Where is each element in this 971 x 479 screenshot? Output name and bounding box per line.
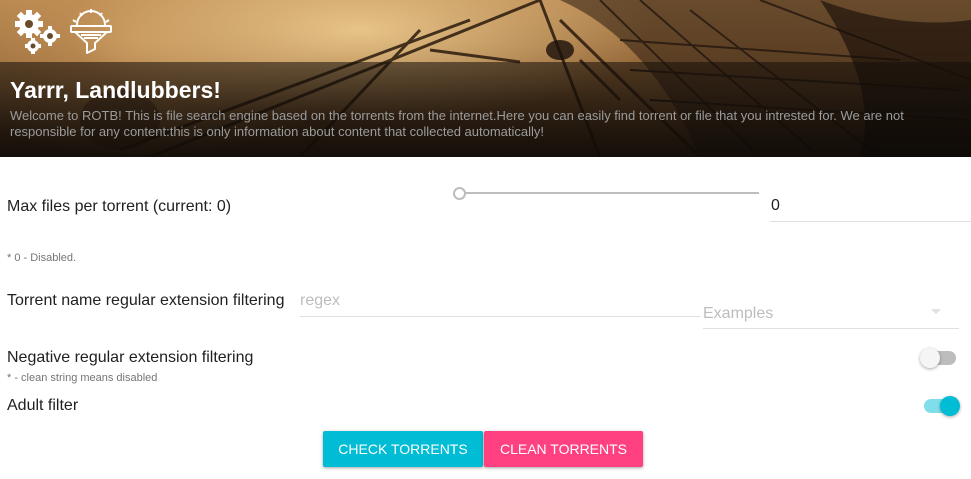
toggle-knob[interactable]	[920, 348, 940, 368]
max-files-value[interactable]: 0	[771, 197, 780, 215]
header-banner: Yarrr, Landlubbers! Welcome to ROTB! Thi…	[0, 0, 971, 157]
check-torrents-button[interactable]: CHECK TORRENTS	[323, 431, 483, 467]
settings-gears-icon[interactable]	[12, 8, 62, 54]
toggle-knob[interactable]	[940, 396, 960, 416]
clean-torrents-button[interactable]: CLEAN TORRENTS	[484, 431, 643, 467]
max-files-slider[interactable]	[452, 186, 760, 200]
welcome-description: Welcome to ROTB! This is file search eng…	[10, 108, 904, 139]
slider-track[interactable]	[458, 192, 759, 194]
regex-input[interactable]	[300, 288, 698, 314]
adult-filter-toggle[interactable]	[922, 395, 960, 417]
adult-filter-label: Adult filter	[7, 397, 79, 414]
max-files-hint: * 0 - Disabled.	[7, 252, 77, 264]
regex-filter-label: Torrent name regular extension filtering	[7, 292, 285, 309]
negative-filter-label: Negative regular extension filtering	[7, 349, 254, 366]
filter-icon[interactable]	[67, 7, 115, 55]
slider-thumb[interactable]	[453, 187, 466, 200]
examples-select[interactable]: Examples	[703, 300, 959, 329]
chevron-down-icon[interactable]	[931, 309, 941, 314]
settings-page: Yarrr, Landlubbers! Welcome to ROTB! Thi…	[0, 0, 971, 479]
regex-field[interactable]	[300, 288, 700, 317]
negative-filter-hint: * - clean string means disabled	[7, 372, 158, 384]
max-files-label: Max files per torrent (current: 0)	[7, 198, 232, 215]
max-files-input[interactable]: 0	[770, 192, 971, 222]
negative-filter-toggle[interactable]	[920, 347, 956, 369]
page-title: Yarrr, Landlubbers!	[10, 77, 221, 103]
examples-select-label[interactable]: Examples	[703, 305, 773, 323]
